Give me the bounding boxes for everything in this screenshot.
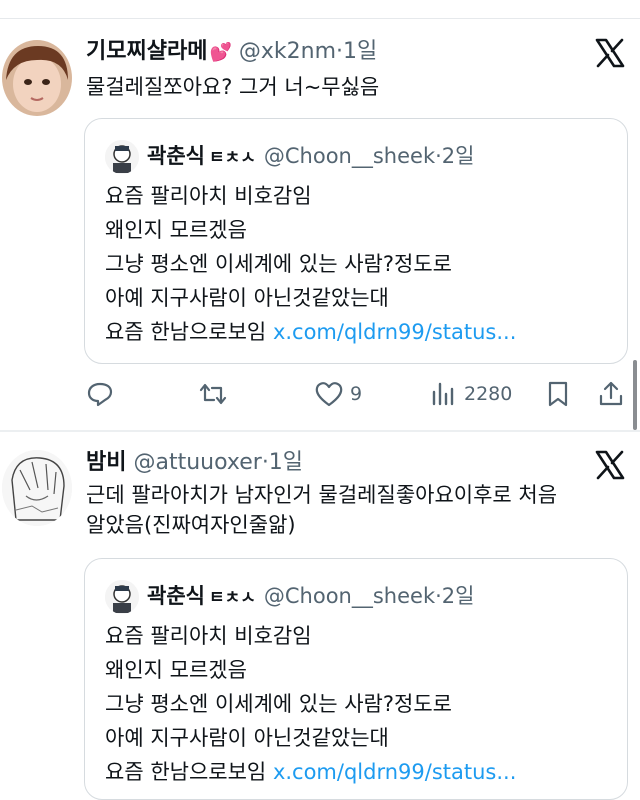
- quote-author-suffix: ㅌㅊㅅ: [208, 588, 256, 608]
- post-text-line: 알았음(진짜여자인줄앎): [86, 513, 296, 537]
- views-button[interactable]: 2280: [430, 372, 512, 416]
- quote-header: 곽춘식 ㅌㅊㅅ @Choon__sheek·2일: [105, 579, 475, 614]
- quote-time: ·2일: [435, 144, 475, 168]
- scrollbar[interactable]: [633, 360, 637, 430]
- like-count: 9: [350, 383, 363, 405]
- x-logo-icon: [594, 450, 626, 480]
- reply-icon: [87, 382, 113, 407]
- avatar[interactable]: [2, 450, 72, 526]
- quote-author-handle[interactable]: @Choon__sheek: [264, 584, 435, 608]
- quote-author-name[interactable]: 곽춘식: [147, 584, 205, 608]
- post-header: 밤비 @attuuoxer·1일: [86, 449, 303, 477]
- like-button[interactable]: 9: [314, 372, 362, 416]
- quote-header: 곽춘식 ㅌㅊㅅ @Choon__sheek·2일: [105, 139, 475, 174]
- quote-line-last: 요즘 한남으로보임 x.com/qldrn99/status...: [105, 315, 516, 349]
- post-time[interactable]: ·1일: [262, 450, 303, 475]
- share-icon: [599, 381, 623, 406]
- x-logo-icon: [594, 38, 626, 68]
- quote-author-name[interactable]: 곽춘식: [147, 144, 205, 168]
- author-name[interactable]: 기모찌샬라메: [86, 39, 207, 64]
- share-button[interactable]: [598, 372, 624, 416]
- action-bar: 9 2280: [0, 372, 640, 416]
- post-header: 기모찌샬라메 💕 @xk2nm·1일: [86, 38, 377, 67]
- quoted-post[interactable]: 곽춘식 ㅌㅊㅅ @Choon__sheek·2일 요즘 팔리아치 비호감임 왜인지 …: [84, 118, 628, 364]
- bookmark-button[interactable]: [546, 372, 570, 416]
- quote-line: 요즘 팔리아치 비호감임: [105, 624, 312, 648]
- view-count: 2280: [464, 383, 513, 405]
- retweet-button[interactable]: [198, 372, 228, 416]
- quote-last-text: 요즘 한남으로보임: [105, 760, 267, 784]
- post-text: 근데 팔라아치가 남자인거 물걸레질좋아요이후로 처음 알았음(진짜여자인줄앎): [86, 480, 626, 540]
- reply-button[interactable]: [86, 372, 114, 416]
- quote-link[interactable]: x.com/qldrn99/status...: [273, 320, 516, 344]
- quote-line: 아예 지구사람이 아닌것같았는대: [105, 286, 389, 310]
- heart-emoji: 💕: [209, 42, 232, 63]
- views-icon: [432, 382, 454, 406]
- bookmark-icon: [548, 381, 568, 407]
- quote-line: 그냥 평소엔 이세계에 있는 사람?정도로: [105, 252, 452, 276]
- top-divider: [0, 18, 640, 19]
- post-time[interactable]: ·1일: [336, 39, 377, 64]
- post-text-line: 근데 팔라아치가 남자인거 물걸레질좋아요이후로 처음: [86, 483, 558, 507]
- quote-author-handle[interactable]: @Choon__sheek: [264, 144, 435, 168]
- quote-line: 아예 지구사람이 아닌것같았는대: [105, 726, 389, 750]
- heart-icon: [315, 382, 343, 407]
- avatar[interactable]: [2, 40, 72, 116]
- quote-line-last: 요즘 한남으로보임 x.com/qldrn99/status...: [105, 755, 516, 789]
- quoted-post[interactable]: 곽춘식 ㅌㅊㅅ @Choon__sheek·2일 요즘 팔리아치 비호감임 왜인지 …: [84, 558, 628, 800]
- author-name[interactable]: 밤비: [86, 450, 126, 475]
- post-divider: [0, 430, 640, 432]
- retweet-icon: [199, 383, 227, 405]
- quote-line: 그냥 평소엔 이세계에 있는 사람?정도로: [105, 692, 452, 716]
- quote-last-text: 요즘 한남으로보임: [105, 320, 267, 344]
- author-handle[interactable]: @attuuoxer: [133, 450, 261, 475]
- quote-avatar[interactable]: [105, 140, 139, 174]
- quote-avatar[interactable]: [105, 580, 139, 614]
- quote-text: 요즘 팔리아치 비호감임 왜인지 모르겠음 그냥 평소엔 이세계에 있는 사람?…: [105, 179, 516, 349]
- quote-line: 왜인지 모르겠음: [105, 658, 247, 682]
- quote-line: 요즘 팔리아치 비호감임: [105, 184, 312, 208]
- quote-author-suffix: ㅌㅊㅅ: [208, 148, 256, 168]
- post-text: 물걸레질쪼아요? 그거 너~무싫음: [86, 75, 380, 99]
- quote-line: 왜인지 모르겠음: [105, 218, 247, 242]
- quote-link[interactable]: x.com/qldrn99/status...: [273, 760, 516, 784]
- quote-time: ·2일: [435, 584, 475, 608]
- quote-text: 요즘 팔리아치 비호감임 왜인지 모르겠음 그냥 평소엔 이세계에 있는 사람?…: [105, 619, 516, 789]
- author-handle[interactable]: @xk2nm: [239, 39, 336, 64]
